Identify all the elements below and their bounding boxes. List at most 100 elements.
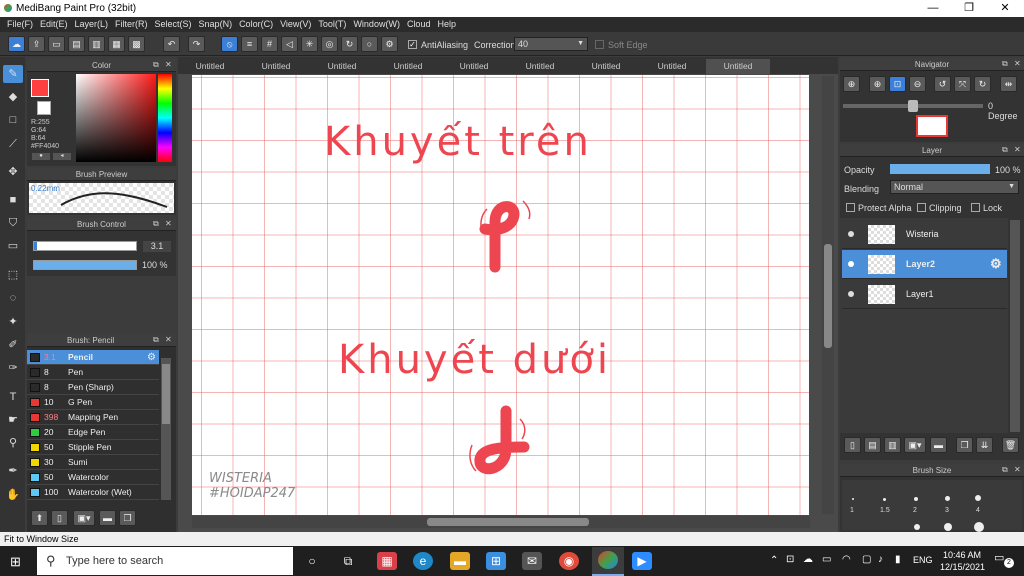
maximize-button[interactable]: ❐ — [952, 0, 986, 17]
eraser-tool-icon[interactable]: ◆ — [3, 88, 23, 106]
color-mode-button[interactable]: ● — [32, 153, 50, 160]
brush-row-stipple-pen[interactable]: 50 Stipple Pen — [27, 440, 159, 455]
brush-copy-icon[interactable]: ❐ — [119, 510, 136, 526]
antialiasing-checkbox[interactable]: ✓ — [408, 40, 417, 49]
dot-tool-icon[interactable]: ⟋ — [3, 135, 23, 153]
display-icon[interactable]: ▢ — [862, 554, 871, 565]
eye-icon[interactable] — [848, 261, 854, 267]
rotate-left-icon[interactable]: ↺ — [934, 76, 951, 92]
close-panel-icon[interactable]: ✕ — [1014, 59, 1021, 68]
rectangle-tool-icon[interactable]: □ — [3, 111, 23, 129]
menu-tool[interactable]: Tool(T) — [311, 17, 346, 32]
menu-layer[interactable]: Layer(L) — [68, 17, 109, 32]
grid-icon[interactable]: ▦ — [108, 36, 125, 52]
brush-row-pencil[interactable]: 3.1 Pencil ⚙ — [27, 350, 159, 365]
layer-scrollbar[interactable] — [1010, 220, 1020, 432]
chat-icon[interactable]: ▤ — [68, 36, 85, 52]
zoom-in-icon[interactable]: ⊕ — [869, 76, 886, 92]
share-icon[interactable]: ⇪ — [28, 36, 45, 52]
tab-untitled[interactable]: Untitled — [574, 59, 638, 74]
size-dot[interactable] — [974, 522, 984, 532]
zoom-out-icon[interactable]: ⊖ — [909, 76, 926, 92]
taskbar-clock[interactable]: 10:46 AM 12/15/2021 — [940, 549, 985, 573]
close-panel-icon[interactable]: ✕ — [165, 219, 172, 228]
mail-icon[interactable]: ✉ — [522, 552, 542, 570]
undock-icon[interactable]: ⧉ — [153, 219, 159, 229]
taskbar-search-box[interactable]: ⚲ Type here to search — [37, 547, 293, 575]
foreground-color-swatch[interactable] — [31, 79, 49, 97]
network-icon[interactable]: ⊡ — [786, 554, 794, 565]
select-tool-icon[interactable]: ⬚ — [3, 266, 23, 284]
cortana-icon[interactable]: ○ — [302, 552, 322, 570]
undock-icon[interactable]: ⧉ — [153, 335, 159, 345]
menu-cloud[interactable]: Cloud — [400, 17, 431, 32]
duplicate-layer-icon[interactable]: ❐ — [956, 437, 973, 453]
eye-icon[interactable] — [848, 231, 854, 237]
lasso-tool-icon[interactable]: ◌ — [3, 289, 23, 307]
snap-off-icon[interactable]: ⦸ — [221, 36, 238, 52]
comment-icon[interactable]: ▭ — [48, 36, 65, 52]
rotation-slider[interactable] — [843, 100, 983, 112]
rotate-right-icon[interactable]: ↻ — [974, 76, 991, 92]
undock-icon[interactable]: ⧉ — [1002, 59, 1008, 69]
snap-settings-icon[interactable]: ⚙ — [381, 36, 398, 52]
zoom-app-icon[interactable]: ▶ — [632, 552, 652, 570]
tab-untitled[interactable]: Untitled — [640, 59, 704, 74]
navigator-thumbnail[interactable] — [916, 115, 948, 137]
size-dot[interactable] — [852, 498, 854, 500]
undock-icon[interactable]: ⧉ — [153, 60, 159, 70]
store-icon[interactable]: ⊞ — [486, 552, 506, 570]
fit-screen-icon[interactable]: ⤧ — [954, 76, 971, 92]
zoom-in-icon[interactable]: ⊕ — [843, 76, 860, 92]
hand-tool-icon[interactable]: ✋ — [3, 486, 23, 504]
lock-checkbox[interactable] — [971, 203, 980, 212]
fill-tool-icon[interactable]: ■ — [3, 191, 23, 209]
menu-filter[interactable]: Filter(R) — [108, 17, 148, 32]
layer-row[interactable]: Layer1 — [842, 280, 1007, 309]
eyedropper-tool-icon[interactable]: ⚲ — [3, 434, 23, 452]
page-icon[interactable]: ▥ — [88, 36, 105, 52]
layer-row[interactable]: Wisteria — [842, 220, 1007, 249]
eye-icon[interactable] — [848, 291, 854, 297]
blending-select[interactable]: Normal ▼ — [890, 180, 1019, 194]
size-dot[interactable] — [914, 497, 918, 501]
soft-edge-checkbox[interactable] — [595, 40, 604, 49]
brush-add-icon[interactable]: ⬆ — [31, 510, 48, 526]
menu-select[interactable]: Select(S) — [148, 17, 192, 32]
undo-icon[interactable]: ↶ — [163, 36, 180, 52]
brush-row-mapping-pen[interactable]: 398 Mapping Pen — [27, 410, 159, 425]
edge-browser-icon[interactable]: e — [413, 552, 433, 570]
gradient-tool-icon[interactable]: ▭ — [3, 237, 23, 255]
select-eraser-icon[interactable]: ✑ — [3, 359, 23, 377]
radial-snap-icon[interactable]: ✳ — [301, 36, 318, 52]
tab-untitled[interactable]: Untitled — [508, 59, 572, 74]
new-8bit-layer-icon[interactable]: ▥ — [884, 437, 901, 453]
merge-layer-icon[interactable]: ⇊ — [976, 437, 993, 453]
volume-icon[interactable]: ♪ — [878, 554, 883, 565]
chevron-up-icon[interactable]: ⌃ — [770, 555, 778, 566]
close-panel-icon[interactable]: ✕ — [1014, 145, 1021, 154]
cloud-icon[interactable]: ☁ — [8, 36, 25, 52]
battery-status-icon[interactable]: ▮ — [895, 554, 901, 565]
vertical-scrollbar[interactable] — [822, 76, 834, 514]
menu-snap[interactable]: Snap(N) — [192, 17, 233, 32]
tab-untitled[interactable]: Untitled — [310, 59, 374, 74]
clipping-checkbox[interactable] — [917, 203, 926, 212]
tab-untitled[interactable]: Untitled — [178, 59, 242, 74]
layer-settings-gear-icon[interactable]: ⚙ — [990, 256, 1002, 272]
circle-snap-icon[interactable]: ◎ — [321, 36, 338, 52]
brush-row-pen[interactable]: 8 Pen — [27, 365, 159, 380]
chrome-icon[interactable]: ◉ — [559, 552, 579, 570]
brush-settings-gear-icon[interactable]: ⚙ — [147, 350, 156, 365]
menu-help[interactable]: Help — [430, 17, 456, 32]
bucket-tool-icon[interactable]: ⛉ — [3, 214, 23, 232]
horizontal-scrollbar[interactable] — [192, 516, 810, 528]
brush-row-watercolor-wet[interactable]: 100 Watercolor (Wet) — [27, 485, 159, 500]
wifi-icon[interactable]: ◠ — [842, 554, 851, 565]
task-view-icon[interactable]: ⧉ — [338, 552, 358, 570]
brush-opacity-slider[interactable] — [33, 260, 137, 270]
brush-folder-icon[interactable]: ▬ — [99, 510, 116, 526]
layer-add-menu-icon[interactable]: ▣▾ — [904, 437, 926, 453]
cloud-sync-icon[interactable]: ☁ — [803, 554, 813, 565]
hue-slider[interactable] — [158, 74, 172, 162]
